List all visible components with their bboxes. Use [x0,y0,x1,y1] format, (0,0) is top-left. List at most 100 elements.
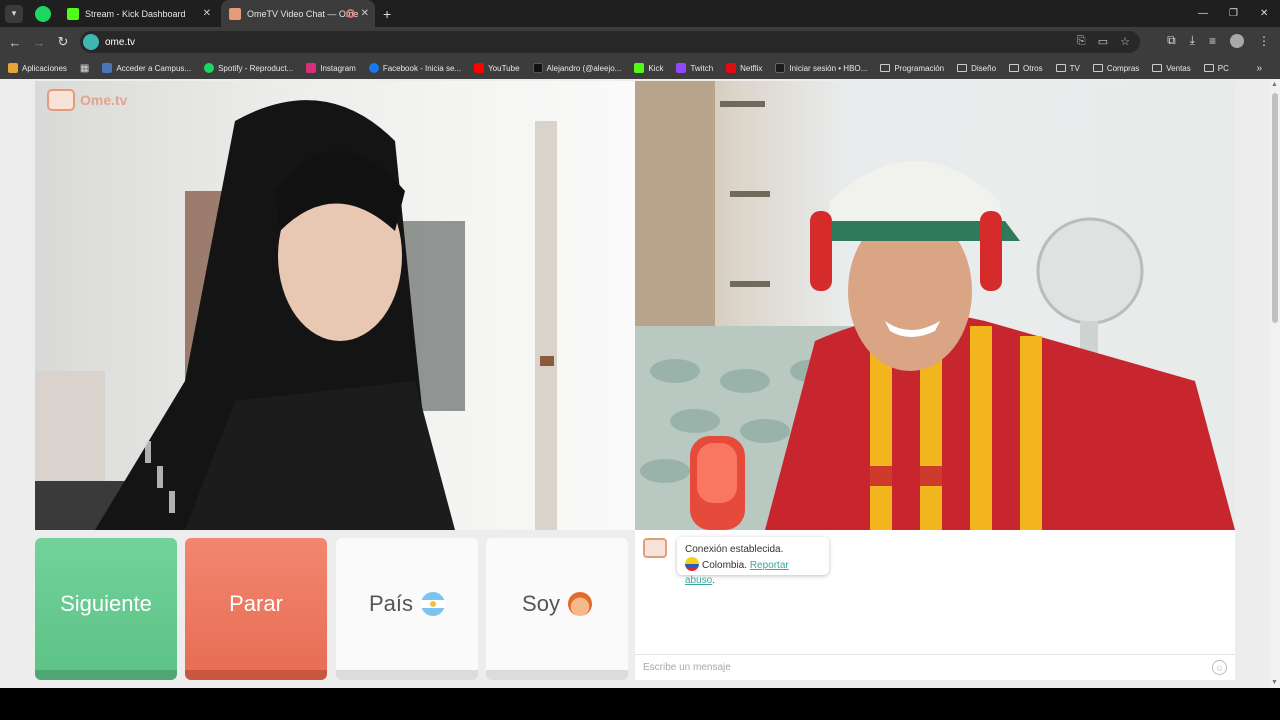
bookmarks-bar: Aplicaciones ▦ Acceder a Campus... Spoti… [0,57,1280,79]
bookmark-folder-diseno[interactable]: Diseño [957,64,996,73]
message-bar: ☺ [635,654,1235,680]
stranger-video-frame [35,100,557,530]
grid-icon: ▦ [79,62,90,74]
bookmark-twitch[interactable]: Twitch [676,63,713,73]
address-bar[interactable]: ome.tv ⎘ ▭ ☆ [80,31,1140,53]
bookmark-folder-ventas[interactable]: Ventas [1152,63,1191,73]
facebook-icon [368,63,379,73]
scroll-up-icon[interactable]: ▲ [1271,81,1278,88]
tab-strip: ▾ Stream - Kick Dashboard ✕ OmeTV Video … [0,0,1280,27]
ometv-logo[interactable]: Ome.tv [47,89,127,111]
bookmark-instagram[interactable]: Instagram [306,63,356,73]
bookmark-label: PC [1217,63,1229,73]
bookmark-label: Facebook - Inicia se... [382,63,462,73]
taskbar-area [0,688,1280,720]
bookmark-folder-programacion[interactable]: Programación [880,64,944,73]
close-icon[interactable]: ✕ [203,8,211,19]
bookmark-spotify[interactable]: Spotify - Reproduct... [204,63,293,73]
ometv-icon [229,7,241,20]
cast-icon[interactable]: ▭ [1098,35,1108,48]
logo-text: Ome.tv [80,92,128,108]
new-tab-icon[interactable]: + [383,6,391,22]
campus-icon [102,63,113,73]
media-icon[interactable]: ≡ [1209,34,1216,48]
bookmark-campus[interactable]: Acceder a Campus... [102,63,191,73]
folder-icon [1152,64,1163,72]
folder-icon [1092,64,1103,72]
bookmark-folder-pc[interactable]: PC [1203,63,1229,73]
bookmark-label: Instagram [320,63,356,73]
bookmark-label: Alejandro (@aleejo... [546,63,622,73]
profile-avatar[interactable] [1230,33,1244,48]
bookmark-tiktok[interactable]: Alejandro (@aleejo... [532,63,622,73]
scrollbar-thumb[interactable] [1272,93,1278,323]
bookmark-kick[interactable]: Kick [634,63,663,73]
bookmark-label: Aplicaciones [22,63,67,73]
tab-search-icon[interactable]: ▾ [5,4,23,23]
report-suffix: . [712,575,716,586]
maximize-icon[interactable]: ❐ [1229,0,1238,27]
bookmark-facebook[interactable]: Facebook - Inicia se... [368,63,462,73]
chat-panel: Conexión establecida. Colombia. Reportar… [635,530,1235,680]
tab-ometv[interactable]: OmeTV Video Chat — Ome ✕ [221,0,375,27]
stranger-video: Ome.tv [35,81,635,530]
bookmark-folder-compras[interactable]: Compras [1092,64,1139,73]
url-text: ome.tv [105,36,136,48]
back-icon[interactable]: ← [3,35,27,50]
more-bookmarks-icon[interactable]: » [1256,63,1262,74]
twitch-icon [676,63,687,73]
extensions-icon[interactable]: ⧉ [1167,33,1176,48]
stop-label: Parar [229,591,283,616]
toolbar-actions: ⧉ ⤓ ≡ ⋮ [1167,33,1270,48]
boy-icon [567,592,592,616]
stop-button[interactable]: Parar [185,538,327,680]
folder-icon [1009,64,1020,72]
hbo-icon [775,63,786,73]
menu-icon[interactable]: ⋮ [1258,34,1270,48]
emoji-icon[interactable]: ☺ [1212,660,1227,675]
apps-icon [8,63,18,73]
site-info-icon[interactable] [83,34,99,50]
colombia-flag-icon [685,557,699,571]
close-icon[interactable]: ✕ [361,8,369,19]
minimize-icon[interactable]: — [1198,0,1208,27]
forward-icon[interactable]: → [27,35,51,50]
bookmark-folder-otros[interactable]: Otros [1009,64,1043,73]
download-icon[interactable]: ⤓ [1190,33,1195,48]
page-scrollbar[interactable]: ▲ ▼ [1270,79,1280,688]
netflix-icon [726,63,737,73]
gender-button[interactable]: Soy [486,538,628,680]
message-input[interactable] [643,662,1203,673]
bookmark-label: YouTube [488,63,520,73]
bookmark-label: Acceder a Campus... [116,63,192,73]
country-filter-button[interactable]: País [336,538,478,680]
tiktok-icon [532,63,543,73]
bookmark-grid[interactable]: ▦ [80,63,89,74]
bookmark-netflix[interactable]: Netflix [726,63,762,73]
bookmark-folder-tv[interactable]: TV [1055,64,1080,73]
kick-icon [634,63,645,73]
bookmark-hbo[interactable]: Iniciar sesión • HBO... [775,63,867,73]
self-camera-frame [635,81,1235,530]
scroll-down-icon[interactable]: ▼ [1271,679,1278,686]
argentina-flag-icon [421,592,446,616]
bookmark-apps[interactable]: Aplicaciones [8,63,67,73]
window-close-icon[interactable]: ✕ [1260,0,1268,27]
translate-icon[interactable]: ⎘ [1077,35,1086,48]
next-button[interactable]: Siguiente [35,538,177,680]
star-icon[interactable]: ☆ [1120,35,1130,48]
bookmark-label: Netflix [740,63,763,73]
bookmark-youtube[interactable]: YouTube [474,63,520,73]
folder-icon [957,64,968,72]
recording-icon [346,9,355,18]
country-line: Colombia. Reportar abuso. [685,557,821,588]
bookmark-label: Twitch [690,63,714,73]
bookmark-label: Ventas [1166,63,1191,73]
instagram-icon [306,63,317,73]
spotify-icon [204,63,215,73]
spotify-pinned-tab[interactable] [35,5,51,22]
bookmark-label: Spotify - Reproduct... [218,63,294,73]
tab-kick-dashboard[interactable]: Stream - Kick Dashboard ✕ [59,0,217,27]
reload-icon[interactable]: ↻ [51,34,75,50]
country-label: País [368,591,414,616]
